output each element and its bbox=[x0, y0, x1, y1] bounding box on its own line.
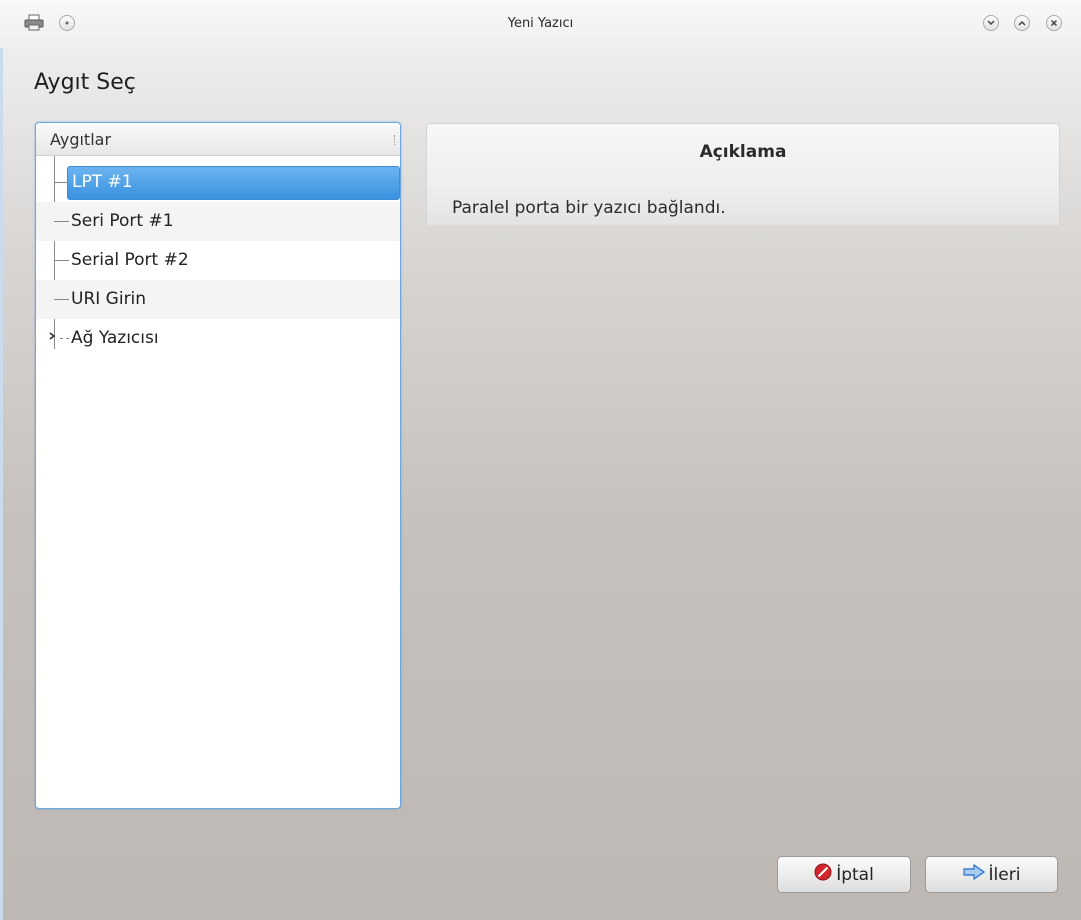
tree-item-label: Ağ Yazıcısı bbox=[71, 328, 159, 348]
cancel-icon bbox=[814, 863, 832, 886]
tree-item-label: LPT #1 bbox=[72, 172, 133, 192]
maximize-icon[interactable] bbox=[1014, 15, 1030, 31]
window-title: Yeni Yazıcı bbox=[507, 16, 574, 31]
cancel-button[interactable]: İptal bbox=[777, 856, 911, 893]
devices-column-header[interactable]: Aygıtlar bbox=[36, 123, 400, 156]
devices-header-label: Aygıtlar bbox=[50, 130, 112, 149]
close-icon[interactable] bbox=[1046, 15, 1062, 31]
devices-tree[interactable]: Aygıtlar LPT #1 Seri Port #1 Serial Port… bbox=[35, 122, 401, 809]
tree-item-label: URI Girin bbox=[71, 289, 147, 309]
cancel-label: İptal bbox=[836, 864, 874, 885]
tree-item-label: Seri Port #1 bbox=[71, 211, 174, 231]
tree-connector bbox=[54, 221, 69, 222]
title-bar[interactable]: Yeni Yazıcı bbox=[0, 0, 1081, 48]
window-frame-edge bbox=[0, 48, 3, 920]
minimize-icon[interactable] bbox=[983, 15, 999, 31]
arrow-right-icon bbox=[962, 864, 985, 885]
tree-connector bbox=[60, 338, 69, 339]
tree-item-network-printer[interactable]: Ağ Yazıcısı bbox=[36, 319, 400, 358]
tree-item-serial-port-2[interactable]: Serial Port #2 bbox=[36, 241, 400, 280]
description-panel: Açıklama Paralel porta bir yazıcı bağlan… bbox=[426, 123, 1060, 225]
next-label: İleri bbox=[988, 864, 1021, 885]
tree-item-serial-port-1[interactable]: Seri Port #1 bbox=[36, 202, 400, 241]
tree-item-label: Serial Port #2 bbox=[71, 250, 189, 270]
tree-connector bbox=[54, 260, 69, 261]
description-text: Paralel porta bir yazıcı bağlandı. bbox=[452, 198, 726, 218]
tree-item-enter-uri[interactable]: URI Girin bbox=[36, 280, 400, 319]
next-button[interactable]: İleri bbox=[925, 856, 1058, 893]
tree-item-lpt1[interactable]: LPT #1 bbox=[36, 163, 400, 202]
page-title: Aygıt Seç bbox=[34, 70, 136, 95]
description-title: Açıklama bbox=[699, 142, 787, 162]
tree-connector bbox=[54, 299, 69, 300]
chevron-right-icon[interactable] bbox=[48, 330, 56, 345]
new-printer-window: Yeni Yazıcı Aygıt Seç Aygıtlar LPT #1 Se… bbox=[0, 0, 1081, 920]
column-resize-grip[interactable] bbox=[394, 135, 397, 145]
